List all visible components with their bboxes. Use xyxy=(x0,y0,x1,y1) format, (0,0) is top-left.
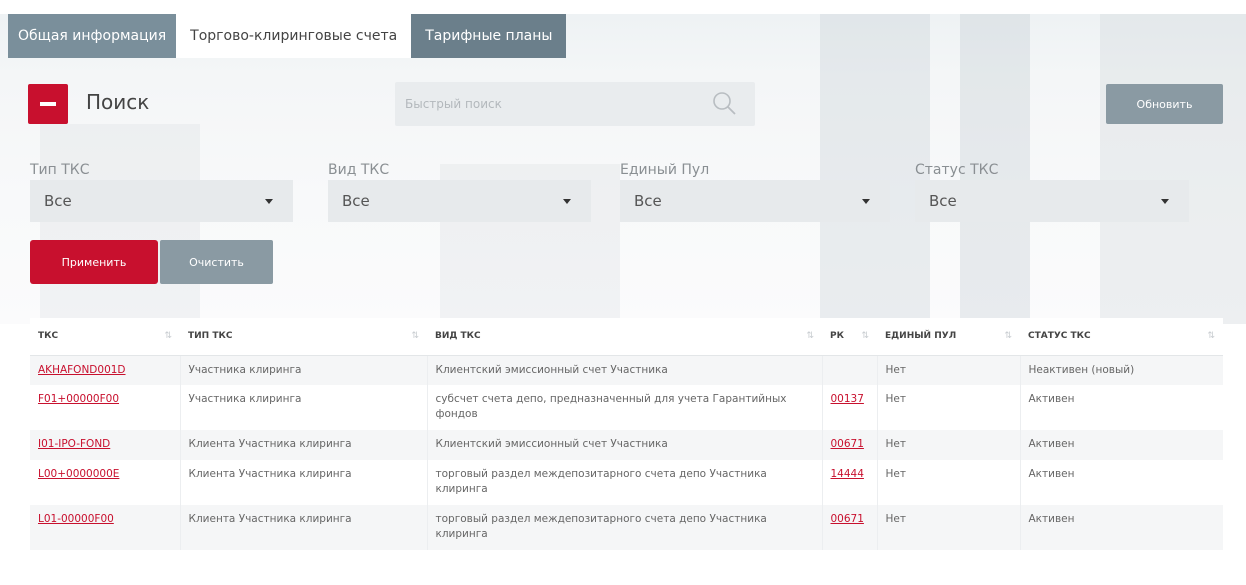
filter-select-tks-status[interactable]: Все xyxy=(915,180,1189,222)
select-value: Все xyxy=(342,192,370,210)
minus-icon xyxy=(40,102,56,106)
refresh-button[interactable]: Обновить xyxy=(1106,84,1223,124)
cell-rk: 00671 xyxy=(821,505,877,550)
table-row: L01-00000F00 Клиента Участника клиринга … xyxy=(30,505,1223,550)
cell-tks-type: Участника клиринга xyxy=(179,355,427,385)
cell-status: Активен xyxy=(1019,430,1223,460)
tab-trading-accounts[interactable]: Торгово-клиринговые счета xyxy=(176,14,412,58)
cell-status: Неактивен (новый) xyxy=(1019,355,1223,385)
column-header-rk[interactable]: РК ⇅ xyxy=(822,318,877,356)
cell-single-pool: Нет xyxy=(876,355,1020,385)
quick-search-input[interactable]: Быстрый поиск xyxy=(395,82,755,126)
tks-link[interactable]: F01+00000F00 xyxy=(38,393,119,405)
tks-link[interactable]: AKHAFOND001D xyxy=(38,364,126,376)
column-header-single-pool[interactable]: ЕДИНЫЙ ПУЛ ⇅ xyxy=(877,318,1020,356)
table-row: L00+0000000E Клиента Участника клиринга … xyxy=(30,460,1223,505)
filter-select-tks-type[interactable]: Все xyxy=(30,180,293,222)
column-header-tks[interactable]: ТКС ⇅ xyxy=(30,318,180,356)
cell-tks-type: Клиента Участника клиринга xyxy=(179,460,427,505)
cell-rk: 00671 xyxy=(821,430,877,460)
cell-rk xyxy=(821,355,877,385)
rk-link[interactable]: 00137 xyxy=(831,393,864,405)
search-title: Поиск xyxy=(86,90,150,114)
cell-tks: I01-IPO-FOND xyxy=(30,430,180,460)
cell-tks: L00+0000000E xyxy=(30,460,180,505)
column-header-tks-type[interactable]: ТИП ТКС ⇅ xyxy=(180,318,427,356)
cell-single-pool: Нет xyxy=(876,385,1020,430)
cell-tks-type: Клиента Участника клиринга xyxy=(179,505,427,550)
filter-label-tks-kind: Вид ТКС xyxy=(328,162,390,178)
table-row: F01+00000F00 Участника клиринга субсчет … xyxy=(30,385,1223,430)
cell-single-pool: Нет xyxy=(876,460,1020,505)
filter-label-tks-status: Статус ТКС xyxy=(915,162,999,178)
clear-button[interactable]: Очистить xyxy=(160,240,273,284)
apply-button[interactable]: Применить xyxy=(30,240,158,284)
table-row: I01-IPO-FOND Клиента Участника клиринга … xyxy=(30,430,1223,460)
search-icon[interactable] xyxy=(711,90,737,116)
cell-tks-kind: субсчет счета депо, предназначенный для … xyxy=(426,385,822,430)
caret-down-icon xyxy=(1161,199,1169,204)
column-header-tks-status[interactable]: СТАТУС ТКС ⇅ xyxy=(1020,318,1223,356)
cell-rk: 00137 xyxy=(821,385,877,430)
caret-down-icon xyxy=(265,199,273,204)
filter-label-single-pool: Единый Пул xyxy=(620,162,710,178)
cell-status: Активен xyxy=(1019,505,1223,550)
table-row: AKHAFOND001D Участника клиринга Клиентск… xyxy=(30,355,1223,385)
caret-down-icon xyxy=(563,199,571,204)
tks-link[interactable]: L01-00000F00 xyxy=(38,513,114,525)
cell-tks-kind: Клиентский эмиссионный счет Участника xyxy=(426,430,822,460)
sort-icon[interactable]: ⇅ xyxy=(164,331,172,341)
filter-label-tks-type: Тип ТКС xyxy=(30,162,90,178)
tab-bar: Общая информация Торгово-клиринговые сче… xyxy=(8,14,567,58)
rk-link[interactable]: 00671 xyxy=(831,513,864,525)
select-value: Все xyxy=(44,192,72,210)
quick-search-placeholder: Быстрый поиск xyxy=(405,97,502,111)
tks-link[interactable]: L00+0000000E xyxy=(38,468,119,480)
rk-link[interactable]: 14444 xyxy=(831,468,864,480)
tks-table: ТКС ⇅ ТИП ТКС ⇅ ВИД ТКС ⇅ РК ⇅ ЕДИНЫЙ ПУЛ ⇅ С… xyxy=(30,318,1223,550)
cell-tks-kind: Клиентский эмиссионный счет Участника xyxy=(426,355,822,385)
cell-status: Активен xyxy=(1019,460,1223,505)
select-value: Все xyxy=(929,192,957,210)
cell-status: Активен xyxy=(1019,385,1223,430)
filter-select-tks-kind[interactable]: Все xyxy=(328,180,591,222)
tab-general-info[interactable]: Общая информация xyxy=(8,14,177,58)
cell-single-pool: Нет xyxy=(876,505,1020,550)
collapse-search-button[interactable] xyxy=(28,84,68,124)
column-header-tks-kind[interactable]: ВИД ТКС ⇅ xyxy=(427,318,822,356)
cell-tks: F01+00000F00 xyxy=(30,385,180,430)
cell-tks: AKHAFOND001D xyxy=(30,355,180,385)
select-value: Все xyxy=(634,192,662,210)
sort-icon[interactable]: ⇅ xyxy=(1207,331,1215,341)
cell-tks-type: Клиента Участника клиринга xyxy=(179,430,427,460)
cell-tks-type: Участника клиринга xyxy=(179,385,427,430)
rk-link[interactable]: 00671 xyxy=(831,438,864,450)
tks-link[interactable]: I01-IPO-FOND xyxy=(38,438,110,450)
cell-rk: 14444 xyxy=(821,460,877,505)
sort-icon[interactable]: ⇅ xyxy=(1004,331,1012,341)
cell-tks-kind: торговый раздел междепозитарного счета д… xyxy=(426,460,822,505)
top-caption-strip xyxy=(0,0,1246,14)
cell-tks: L01-00000F00 xyxy=(30,505,180,550)
sort-icon[interactable]: ⇅ xyxy=(806,331,814,341)
cell-single-pool: Нет xyxy=(876,430,1020,460)
filter-select-single-pool[interactable]: Все xyxy=(620,180,890,222)
sort-icon[interactable]: ⇅ xyxy=(411,331,419,341)
tab-tariff-plans[interactable]: Тарифные планы xyxy=(411,14,567,58)
sort-icon[interactable]: ⇅ xyxy=(861,331,869,341)
cell-tks-kind: торговый раздел междепозитарного счета д… xyxy=(426,505,822,550)
caret-down-icon xyxy=(862,199,870,204)
